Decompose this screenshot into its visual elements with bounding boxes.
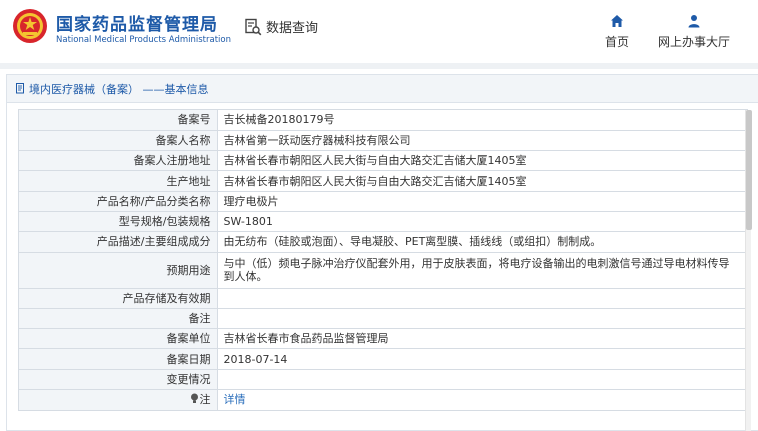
table-row: 备案日期 2018-07-14 xyxy=(19,348,747,370)
field-label: 备案人名称 xyxy=(19,130,218,152)
panel-title: 境内医疗器械（备案） ——基本信息 xyxy=(29,82,209,96)
field-label: 型号规格/包装规格 xyxy=(19,211,218,233)
field-value: 吉林省长春市朝阳区人民大街与自由大路交汇吉储大厦1405室 xyxy=(217,170,747,192)
note-label-cell: 注 xyxy=(19,389,218,410)
field-label: 产品存储及有效期 xyxy=(19,288,218,309)
table-row: 备案号 吉长械备20180179号 xyxy=(19,110,747,131)
field-label: 预期用途 xyxy=(19,252,218,289)
brand-title-en: National Medical Products Administration xyxy=(56,35,231,45)
table-row: 生产地址 吉林省长春市朝阳区人民大街与自由大路交汇吉储大厦1405室 xyxy=(19,170,747,192)
field-label: 备案日期 xyxy=(19,348,218,370)
field-label: 产品名称/产品分类名称 xyxy=(19,191,218,212)
field-value: 与中（低）频电子脉冲治疗仪配套外用，用于皮肤表面，将电疗设备输出的电刺激信号通过… xyxy=(217,252,747,289)
field-value: 由无纺布（硅胶或泡面）、导电凝胶、PET离型膜、插线线（或组扣）制制成。 xyxy=(217,231,747,253)
lightbulb-icon xyxy=(190,393,198,404)
table-row: 备案人注册地址 吉林省长春市朝阳区人民大街与自由大路交汇吉储大厦1405室 xyxy=(19,150,747,172)
field-label: 变更情况 xyxy=(19,369,218,391)
field-label: 备案人注册地址 xyxy=(19,150,218,172)
details-link[interactable]: 详情 xyxy=(224,393,246,406)
field-label: 生产地址 xyxy=(19,170,218,192)
scrollbar-thumb[interactable] xyxy=(746,110,752,230)
field-value: 理疗电极片 xyxy=(217,191,747,212)
field-label: 备案号 xyxy=(19,110,218,131)
field-value xyxy=(217,369,747,391)
table-row: 产品描述/主要组成成分 由无纺布（硅胶或泡面）、导电凝胶、PET离型膜、插线线（… xyxy=(19,231,747,253)
table-row: 产品存储及有效期 xyxy=(19,288,747,309)
field-value xyxy=(217,308,747,330)
brand-title-cn: 国家药品监督管理局 xyxy=(56,15,218,35)
table-row: 预期用途 与中（低）频电子脉冲治疗仪配套外用，用于皮肤表面，将电疗设备输出的电刺… xyxy=(19,252,747,289)
field-value: 吉林省第一跃动医疗器械科技有限公司 xyxy=(217,130,747,152)
field-label: 产品描述/主要组成成分 xyxy=(19,231,218,253)
field-label: 备案单位 xyxy=(19,328,218,350)
user-icon xyxy=(688,15,700,28)
header-divider xyxy=(0,63,758,69)
field-value: SW-1801 xyxy=(217,211,747,233)
nav-home[interactable]: 首页 xyxy=(605,14,629,50)
site-header: 国家药品监督管理局 National Medical Products Admi… xyxy=(0,0,758,56)
table-row: 变更情况 xyxy=(19,369,747,391)
field-label: 备注 xyxy=(19,308,218,330)
field-value: 吉长械备20180179号 xyxy=(217,110,747,131)
table-row: 备案人名称 吉林省第一跃动医疗器械科技有限公司 xyxy=(19,130,747,152)
vertical-scrollbar[interactable] xyxy=(745,110,752,431)
home-icon xyxy=(611,15,623,27)
nav-online-service-hall[interactable]: 网上办事大厅 xyxy=(658,14,730,50)
national-emblem-logo xyxy=(13,9,47,43)
field-value: 吉林省长春市食品药品监督管理局 xyxy=(217,328,747,350)
document-icon xyxy=(16,83,24,94)
table-row: 注 详情 xyxy=(19,389,747,410)
note-label: 注 xyxy=(199,393,211,407)
table-row: 型号规格/包装规格 SW-1801 xyxy=(19,211,747,233)
table-row: 产品名称/产品分类名称 理疗电极片 xyxy=(19,191,747,212)
data-query-button[interactable]: 数据查询 xyxy=(244,17,318,36)
panel-title-bar: 境内医疗器械（备案） ——基本信息 xyxy=(7,75,758,103)
record-table: 备案号 吉长械备20180179号 备案人名称 吉林省第一跃动医疗器械科技有限公… xyxy=(18,109,748,411)
table-row: 备案单位 吉林省长春市食品药品监督管理局 xyxy=(19,328,747,350)
record-panel: 境内医疗器械（备案） ——基本信息 备案号 吉长械备20180179号 备案人名… xyxy=(6,74,758,431)
field-value: 吉林省长春市朝阳区人民大街与自由大路交汇吉储大厦1405室 xyxy=(217,150,747,172)
document-search-icon xyxy=(245,18,262,35)
field-value xyxy=(217,288,747,309)
note-value-cell: 详情 xyxy=(217,390,747,410)
nav-online-service-hall-label: 网上办事大厅 xyxy=(658,35,731,49)
data-query-label: 数据查询 xyxy=(266,21,319,36)
field-value: 2018-07-14 xyxy=(217,348,747,370)
nav-home-label: 首页 xyxy=(605,35,630,49)
table-row: 备注 xyxy=(19,308,747,330)
